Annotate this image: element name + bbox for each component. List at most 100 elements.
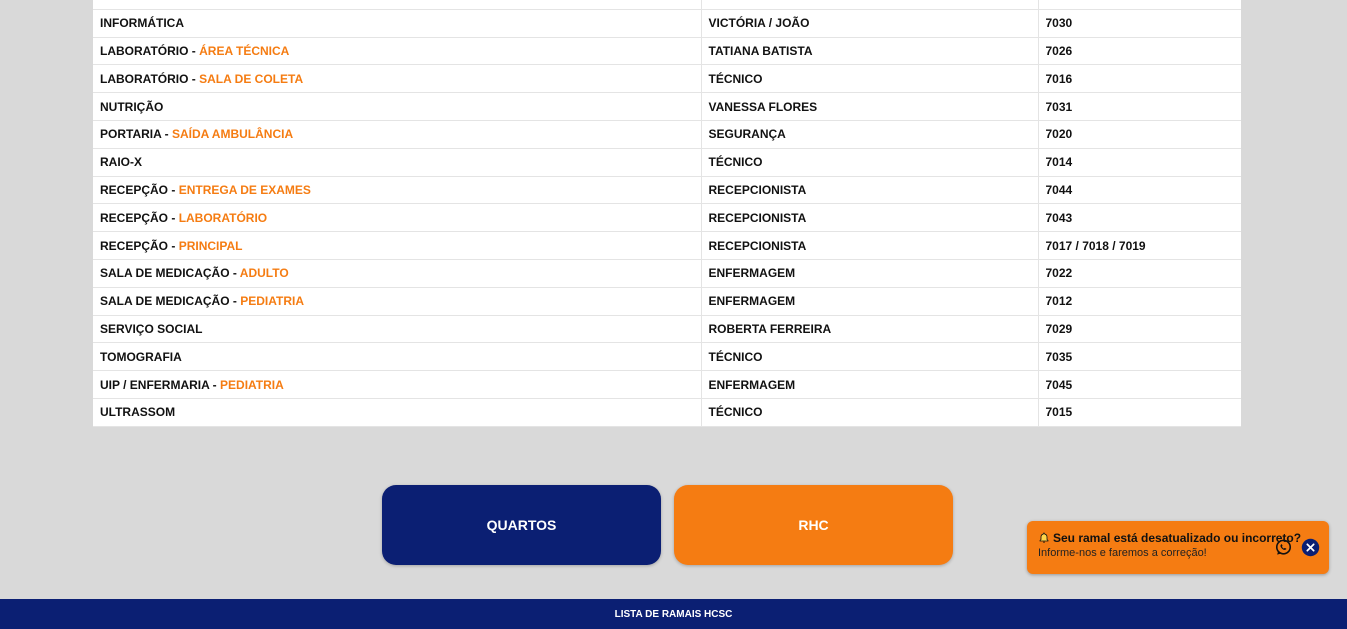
sector-cell: PORTARIA - SAÍDA AMBULÂNCIA — [93, 120, 702, 149]
sector-separator: - — [168, 238, 179, 253]
sector-separator: - — [188, 43, 200, 58]
whatsapp-icon[interactable] — [1274, 538, 1293, 557]
ramal-cell: 7016 — [1038, 64, 1241, 94]
sector-separator: - — [188, 71, 200, 86]
table-row: RECEPÇÃO - PRINCIPAL RECEPCIONISTA 7017 / … — [93, 231, 1241, 260]
sector-separator: - — [168, 210, 179, 225]
contact-cell: TÉCNICO — [701, 64, 1039, 94]
sector-name: INFORMÁTICA — [100, 16, 184, 31]
sector-cell: LABORATÓRIO - ÁREA TÉCNICA — [93, 37, 702, 66]
table-row: LABORATÓRIO - ÁREA TÉCNICA TATIANA BATIST… — [93, 37, 1241, 66]
sector-name: SERVIÇO SOCIAL — [100, 321, 203, 336]
sector-cell: SALA DE MEDICAÇÃO - PEDIATRIA — [93, 287, 702, 316]
bell-icon — [1039, 532, 1049, 543]
rhc-button[interactable]: RHC — [674, 485, 953, 565]
table-row: ULTRASSOM TÉCNICO 7015 — [93, 398, 1241, 427]
contact-cell: TÉCNICO — [701, 342, 1039, 372]
sector-name: LABORATÓRIO — [100, 71, 189, 86]
ramal-table: INFORMÁTICA VICTÓRIA / JOÃO 7030 LABORATÓRI… — [93, 0, 1241, 427]
table-row: SERVIÇO SOCIAL ROBERTA FERREIRA 7029 — [93, 315, 1241, 344]
ramal-cell: 7045 — [1038, 370, 1241, 399]
ramal-cell: 7020 — [1038, 120, 1241, 149]
sector-subarea: ENTREGA DE EXAMES — [178, 182, 311, 197]
contact-cell: RECEPCIONISTA — [701, 203, 1039, 233]
outdated-ramal-notice[interactable]: Seu ramal está desatualizado ou incorret… — [1027, 521, 1329, 574]
quartos-button[interactable]: QUARTOS — [382, 485, 661, 565]
table-row: TOMOGRAFIA TÉCNICO 7035 — [93, 342, 1241, 372]
sector-cell — [93, 0, 702, 10]
sector-cell: RECEPÇÃO - LABORATÓRIO — [93, 203, 702, 233]
ramal-cell — [1038, 0, 1241, 10]
sector-name: RAIO-X — [100, 155, 142, 170]
contact-cell: RECEPCIONISTA — [701, 231, 1039, 260]
table-row: RECEPÇÃO - LABORATÓRIO RECEPCIONISTA 7043 — [93, 203, 1241, 233]
ramal-cell: 7030 — [1038, 9, 1241, 38]
sector-cell: INFORMÁTICA — [93, 9, 702, 38]
contact-cell: ENFERMAGEM — [701, 287, 1039, 316]
contact-cell: TATIANA BATISTA — [701, 37, 1039, 66]
ramal-cell: 7035 — [1038, 342, 1241, 372]
sector-separator: - — [161, 127, 173, 142]
sector-separator: - — [168, 182, 179, 197]
sector-name: TOMOGRAFIA — [100, 349, 182, 364]
sector-cell: LABORATÓRIO - SALA DE COLETA — [93, 64, 702, 94]
sector-name: NUTRIÇÃO — [100, 99, 164, 114]
table-row — [93, 0, 1241, 10]
sector-subarea: PEDIATRIA — [220, 377, 284, 392]
footer: LISTA DE RAMAIS HCSC — [0, 599, 1347, 629]
table-row: LABORATÓRIO - SALA DE COLETA TÉCNICO 7016 — [93, 64, 1241, 94]
contact-cell: ROBERTA FERREIRA — [701, 315, 1039, 344]
sector-separator: - — [209, 377, 221, 392]
sector-cell: RECEPÇÃO - ENTREGA DE EXAMES — [93, 176, 702, 205]
table-row: INFORMÁTICA VICTÓRIA / JOÃO 7030 — [93, 9, 1241, 38]
quartos-button-label: QUARTOS — [486, 517, 557, 533]
sector-separator: - — [229, 266, 240, 281]
contact-cell: TÉCNICO — [701, 398, 1039, 427]
table-row: SALA DE MEDICAÇÃO - PEDIATRIA ENFERMAGEM 7… — [93, 287, 1241, 316]
sector-cell: ULTRASSOM — [93, 398, 702, 427]
ramal-cell: 7044 — [1038, 176, 1241, 205]
sector-cell: UIP / ENFERMARIA - PEDIATRIA — [93, 370, 702, 399]
sector-name: RECEPÇÃO — [100, 238, 169, 253]
sector-cell: RECEPÇÃO - PRINCIPAL — [93, 231, 702, 260]
sector-cell: RAIO-X — [93, 148, 702, 177]
table-row: UIP / ENFERMARIA - PEDIATRIA ENFERMAGEM 70… — [93, 370, 1241, 399]
table-row: NUTRIÇÃO VANESSA FLORES 7031 — [93, 92, 1241, 121]
rhc-button-label: RHC — [798, 517, 829, 533]
ramal-cell: 7029 — [1038, 315, 1241, 344]
ramal-cell: 7012 — [1038, 287, 1241, 316]
contact-cell: RECEPCIONISTA — [701, 176, 1039, 205]
contact-cell: VANESSA FLORES — [701, 92, 1039, 121]
sector-separator: - — [229, 294, 241, 309]
sector-name: LABORATÓRIO — [100, 43, 189, 58]
sector-name: ULTRASSOM — [100, 405, 176, 420]
sector-subarea: PRINCIPAL — [178, 238, 243, 253]
table-row: RAIO-X TÉCNICO 7014 — [93, 148, 1241, 177]
ramal-cell: 7043 — [1038, 203, 1241, 233]
sector-subarea: PEDIATRIA — [240, 294, 305, 309]
sector-name: PORTARIA — [100, 127, 162, 142]
sector-name: SALA DE MEDICAÇÃO — [100, 266, 230, 281]
sector-name: SALA DE MEDICAÇÃO — [100, 294, 230, 309]
sector-cell: TOMOGRAFIA — [93, 342, 702, 372]
ramal-cell: 7022 — [1038, 259, 1241, 288]
contact-cell: ENFERMAGEM — [701, 370, 1039, 399]
sector-name: RECEPÇÃO — [100, 210, 169, 225]
close-icon[interactable] — [1301, 538, 1320, 557]
footer-text: LISTA DE RAMAIS HCSC — [614, 608, 733, 620]
contact-cell — [701, 0, 1039, 10]
sector-cell: SALA DE MEDICAÇÃO - ADULTO — [93, 259, 702, 288]
ramal-cell: 7026 — [1038, 37, 1241, 66]
ramal-cell: 7015 — [1038, 398, 1241, 427]
ramal-cell: 7014 — [1038, 148, 1241, 177]
sector-subarea: SALA DE COLETA — [199, 71, 304, 86]
sector-subarea: SAÍDA AMBULÂNCIA — [172, 127, 294, 142]
contact-cell: ENFERMAGEM — [701, 259, 1039, 288]
sector-subarea: LABORATÓRIO — [178, 210, 268, 225]
contact-cell: SEGURANÇA — [701, 120, 1039, 149]
sector-cell: NUTRIÇÃO — [93, 92, 702, 121]
sector-subarea: ADULTO — [239, 266, 289, 281]
contact-cell: VICTÓRIA / JOÃO — [701, 9, 1039, 38]
table-row: SALA DE MEDICAÇÃO - ADULTO ENFERMAGEM 7022 — [93, 259, 1241, 288]
sector-subarea: ÁREA TÉCNICA — [199, 43, 290, 58]
